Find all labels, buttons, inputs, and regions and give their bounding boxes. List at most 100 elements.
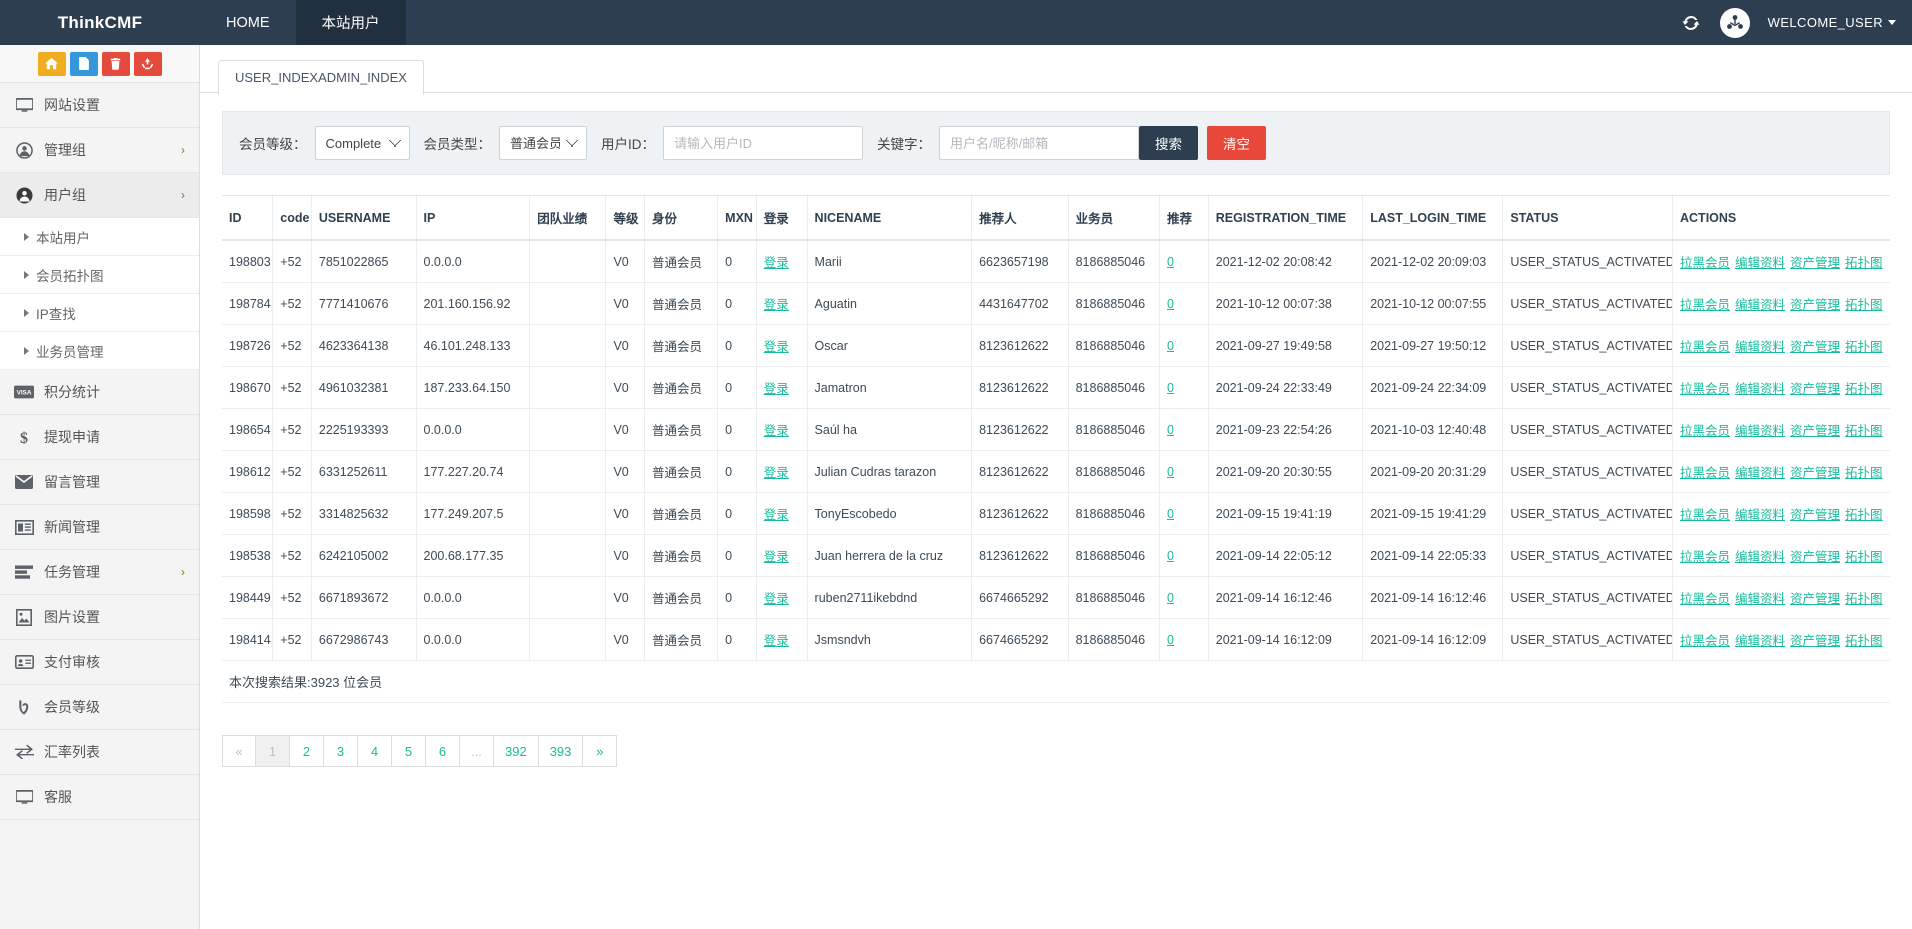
user-menu[interactable]: WELCOME_USER — [1768, 15, 1896, 30]
login-link[interactable]: 登录 — [764, 466, 789, 480]
cell-login[interactable]: 登录 — [756, 493, 807, 535]
sidebar-item-site-settings[interactable]: 网站设置 — [0, 83, 199, 128]
login-link[interactable]: 登录 — [764, 340, 789, 354]
user-id-input[interactable] — [663, 126, 863, 160]
login-link[interactable]: 登录 — [764, 550, 789, 564]
keyword-input[interactable] — [939, 126, 1139, 160]
login-link[interactable]: 登录 — [764, 298, 789, 312]
sidebar-item-member-level[interactable]: 会员等级 — [0, 685, 199, 730]
blacklist-member-link[interactable]: 拉黑会员 — [1680, 634, 1730, 648]
sidebar-item-news-mgmt[interactable]: 新闻管理 — [0, 505, 199, 550]
blacklist-member-link[interactable]: 拉黑会员 — [1680, 256, 1730, 270]
asset-management-link[interactable]: 资产管理 — [1790, 466, 1840, 480]
avatar[interactable] — [1720, 8, 1750, 38]
page-link-6[interactable]: 6 — [426, 735, 460, 767]
cell-login[interactable]: 登录 — [756, 619, 807, 661]
cell-recommend[interactable]: 0 — [1160, 535, 1209, 577]
login-link[interactable]: 登录 — [764, 592, 789, 606]
member-level-select[interactable]: Complete — [315, 126, 410, 160]
edit-profile-link[interactable]: 编辑资料 — [1735, 592, 1785, 606]
recommend-link[interactable]: 0 — [1167, 465, 1174, 479]
cell-login[interactable]: 登录 — [756, 283, 807, 325]
login-link[interactable]: 登录 — [764, 508, 789, 522]
blacklist-member-link[interactable]: 拉黑会员 — [1680, 340, 1730, 354]
sidebar-item-admin-group[interactable]: 管理组 › — [0, 128, 199, 173]
cell-login[interactable]: 登录 — [756, 409, 807, 451]
sidebar-item-image-settings[interactable]: 图片设置 — [0, 595, 199, 640]
edit-profile-link[interactable]: 编辑资料 — [1735, 508, 1785, 522]
login-link[interactable]: 登录 — [764, 382, 789, 396]
topology-link[interactable]: 拓扑图 — [1845, 466, 1883, 480]
sidebar-item-withdraw-requests[interactable]: $ 提现申请 — [0, 415, 199, 460]
blacklist-member-link[interactable]: 拉黑会员 — [1680, 298, 1730, 312]
cell-recommend[interactable]: 0 — [1160, 619, 1209, 661]
asset-management-link[interactable]: 资产管理 — [1790, 298, 1840, 312]
recommend-link[interactable]: 0 — [1167, 423, 1174, 437]
page-link-393[interactable]: 393 — [539, 735, 584, 767]
blacklist-member-link[interactable]: 拉黑会员 — [1680, 592, 1730, 606]
brand-logo[interactable]: ThinkCMF — [0, 0, 200, 45]
cell-login[interactable]: 登录 — [756, 535, 807, 577]
sidebar-item-payment-review[interactable]: 支付审核 — [0, 640, 199, 685]
edit-profile-link[interactable]: 编辑资料 — [1735, 256, 1785, 270]
recommend-link[interactable]: 0 — [1167, 381, 1174, 395]
topology-link[interactable]: 拓扑图 — [1845, 298, 1883, 312]
edit-profile-link[interactable]: 编辑资料 — [1735, 298, 1785, 312]
topology-link[interactable]: 拓扑图 — [1845, 340, 1883, 354]
cell-recommend[interactable]: 0 — [1160, 240, 1209, 283]
cell-recommend[interactable]: 0 — [1160, 367, 1209, 409]
topology-link[interactable]: 拓扑图 — [1845, 550, 1883, 564]
page-link-next[interactable]: » — [583, 735, 617, 767]
cell-recommend[interactable]: 0 — [1160, 493, 1209, 535]
blacklist-member-link[interactable]: 拉黑会员 — [1680, 382, 1730, 396]
cell-recommend[interactable]: 0 — [1160, 409, 1209, 451]
asset-management-link[interactable]: 资产管理 — [1790, 424, 1840, 438]
asset-management-link[interactable]: 资产管理 — [1790, 550, 1840, 564]
sidebar-item-task-mgmt[interactable]: 任务管理 › — [0, 550, 199, 595]
trash-shortcut-button[interactable] — [102, 52, 130, 76]
cell-recommend[interactable]: 0 — [1160, 577, 1209, 619]
sidebar-item-message-mgmt[interactable]: 留言管理 — [0, 460, 199, 505]
page-link-392[interactable]: 392 — [494, 735, 539, 767]
recommend-link[interactable]: 0 — [1167, 297, 1174, 311]
cell-login[interactable]: 登录 — [756, 577, 807, 619]
page-link-4[interactable]: 4 — [358, 735, 392, 767]
sidebar-item-exchange-rate-list[interactable]: 汇率列表 — [0, 730, 199, 775]
cell-login[interactable]: 登录 — [756, 451, 807, 493]
edit-profile-link[interactable]: 编辑资料 — [1735, 382, 1785, 396]
recommend-link[interactable]: 0 — [1167, 549, 1174, 563]
recycle-shortcut-button[interactable] — [134, 52, 162, 76]
login-link[interactable]: 登录 — [764, 424, 789, 438]
recommend-link[interactable]: 0 — [1167, 255, 1174, 269]
sidebar-subitem-site-users[interactable]: 本站用户 — [0, 218, 199, 256]
sidebar-item-customer-service[interactable]: 客服 — [0, 775, 199, 820]
recommend-link[interactable]: 0 — [1167, 507, 1174, 521]
edit-profile-link[interactable]: 编辑资料 — [1735, 424, 1785, 438]
asset-management-link[interactable]: 资产管理 — [1790, 340, 1840, 354]
login-link[interactable]: 登录 — [764, 256, 789, 270]
page-link-2[interactable]: 2 — [290, 735, 324, 767]
cell-recommend[interactable]: 0 — [1160, 325, 1209, 367]
nav-item-home[interactable]: HOME — [200, 0, 296, 45]
sidebar-item-points-stats[interactable]: VISA 积分统计 — [0, 370, 199, 415]
sidebar-subitem-salesman-mgmt[interactable]: 业务员管理 — [0, 332, 199, 370]
topology-link[interactable]: 拓扑图 — [1845, 508, 1883, 522]
recommend-link[interactable]: 0 — [1167, 633, 1174, 647]
cell-recommend[interactable]: 0 — [1160, 451, 1209, 493]
blacklist-member-link[interactable]: 拉黑会员 — [1680, 466, 1730, 480]
edit-profile-link[interactable]: 编辑资料 — [1735, 634, 1785, 648]
asset-management-link[interactable]: 资产管理 — [1790, 256, 1840, 270]
nav-item-site-users[interactable]: 本站用户 — [296, 0, 406, 45]
page-link-3[interactable]: 3 — [324, 735, 358, 767]
clear-button[interactable]: 清空 — [1207, 126, 1266, 160]
cell-login[interactable]: 登录 — [756, 325, 807, 367]
edit-profile-link[interactable]: 编辑资料 — [1735, 550, 1785, 564]
search-button[interactable]: 搜索 — [1139, 126, 1198, 160]
asset-management-link[interactable]: 资产管理 — [1790, 382, 1840, 396]
blacklist-member-link[interactable]: 拉黑会员 — [1680, 424, 1730, 438]
sidebar-item-user-group[interactable]: 用户组 › — [0, 173, 199, 218]
edit-profile-link[interactable]: 编辑资料 — [1735, 340, 1785, 354]
member-type-select[interactable]: 普通会员 — [499, 126, 587, 160]
refresh-icon[interactable] — [1680, 12, 1702, 34]
sidebar-subitem-ip-lookup[interactable]: IP查找 — [0, 294, 199, 332]
